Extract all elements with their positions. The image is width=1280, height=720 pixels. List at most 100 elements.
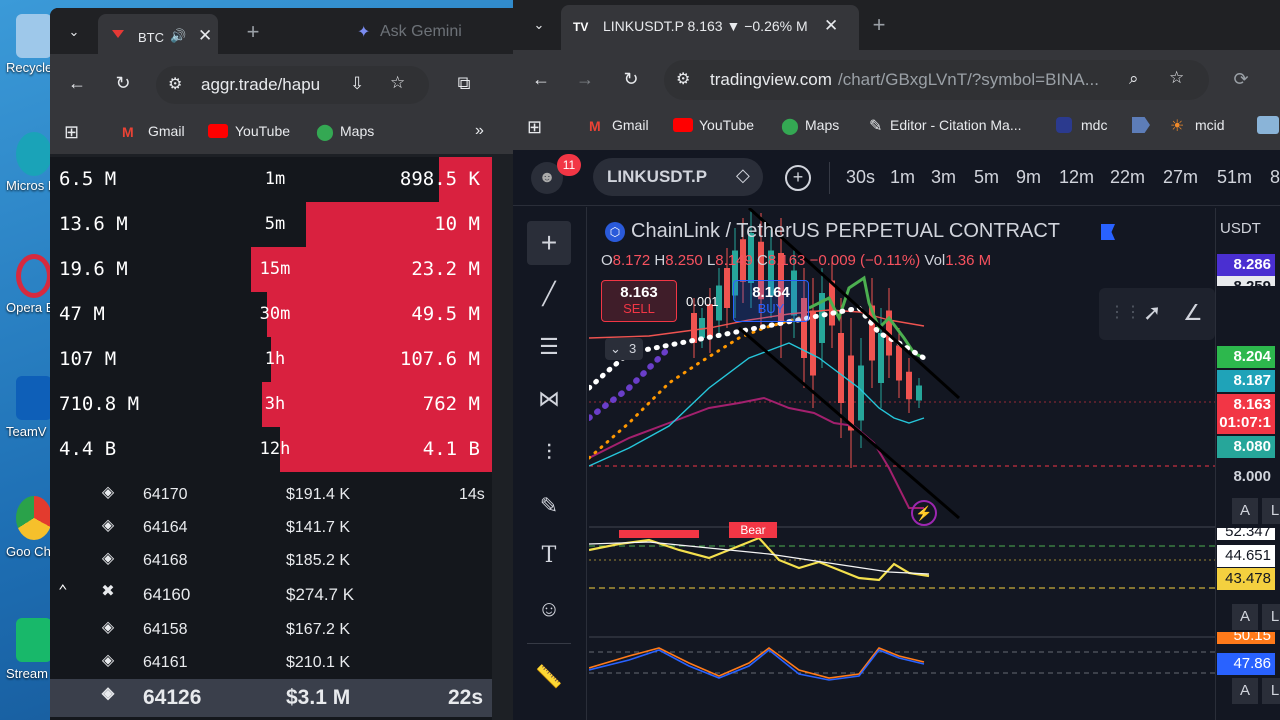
price-label: 8.187	[1217, 370, 1275, 392]
tab-tradingview[interactable]: TV LINKUSDT.P 8.163 ▼ −0.26% M ✕	[561, 5, 859, 50]
timeframe-7[interactable]: 27m	[1163, 167, 1198, 188]
ask-gemini-button[interactable]: Ask Gemini	[380, 23, 462, 41]
collapse-chevron-icon[interactable]: ⌃	[58, 581, 68, 600]
ray-tool-icon[interactable]: ➚	[1143, 300, 1161, 326]
tab-aggr[interactable]: BTC 🔊 ✕	[98, 14, 218, 54]
price-chart[interactable]: ⬡ ChainLink / TetherUS PERPETUAL CONTRAC…	[589, 208, 1215, 720]
ruler-icon[interactable]: 📏	[527, 655, 571, 699]
bookmark-star-icon[interactable]: ☆	[1169, 68, 1184, 88]
site-info-icon[interactable]: ⚙	[168, 74, 182, 94]
emoji-icon[interactable]: ☺	[527, 587, 571, 631]
timeframe-4[interactable]: 9m	[1016, 167, 1041, 188]
bookmark-mdc[interactable]: mdc	[1081, 117, 1107, 133]
install-icon[interactable]: ⇩	[350, 74, 364, 94]
desktop-icon-opera[interactable]: Opera Brow	[0, 250, 75, 360]
chrome-icon	[16, 496, 52, 540]
fib-retracement-icon[interactable]: ☰	[527, 325, 571, 369]
tab-list-chevron-icon[interactable]: ⌄	[62, 20, 86, 44]
extensions-icon[interactable]: ⧉	[452, 71, 476, 95]
text-tool-icon[interactable]: T	[527, 534, 571, 578]
timeframe-9[interactable]: 8	[1270, 167, 1280, 188]
log-scale-button[interactable]: L	[1262, 498, 1280, 524]
forecast-icon[interactable]: ⫶	[527, 431, 571, 475]
timeframe-5[interactable]: 12m	[1059, 167, 1094, 188]
compare-add-icon[interactable]: +	[785, 165, 811, 191]
stat-right-value: 898.5 K	[399, 168, 480, 190]
bookmark-youtube[interactable]: YouTube	[699, 117, 754, 133]
timeframe-1[interactable]: 1m	[890, 167, 915, 188]
alert-lightning-icon[interactable]: ⚡	[911, 500, 937, 526]
bookmark-editor[interactable]: Editor - Citation Ma...	[890, 117, 1022, 133]
trade-row: ◈ 64161 $210.1 K	[50, 647, 492, 680]
close-tab-icon[interactable]: ✕	[198, 26, 212, 46]
auto-scale-button[interactable]: A	[1232, 604, 1258, 630]
desktop-icon-teamviewer[interactable]: TeamV	[0, 374, 52, 484]
back-icon[interactable]: ←	[529, 67, 553, 91]
reload-icon[interactable]: ↻	[111, 71, 135, 95]
back-icon[interactable]: ←	[65, 71, 89, 95]
chart-title[interactable]: ChainLink / TetherUS PERPETUAL CONTRACT	[631, 220, 1060, 243]
bookmark-star-icon[interactable]: ☆	[390, 73, 405, 93]
log-scale-button[interactable]: L	[1262, 604, 1280, 630]
buy-price: 8.164	[752, 284, 790, 301]
timeframe-2[interactable]: 3m	[931, 167, 956, 188]
currency-label[interactable]: USDT	[1220, 220, 1261, 237]
price-label: 8.000	[1217, 466, 1275, 488]
bookmark-overflow-icon[interactable]	[1257, 116, 1279, 134]
auto-scale-button[interactable]: A	[1232, 678, 1258, 704]
desktop-icon-streamlabs[interactable]: Stream	[0, 616, 52, 720]
trend-line-icon[interactable]: ╱	[527, 272, 571, 316]
desktop-icon-recycle-bin[interactable]: Recycle	[0, 10, 52, 120]
chevron-down-icon: ⌄	[610, 341, 621, 356]
forward-icon[interactable]: →	[573, 67, 597, 91]
stat-right-value: 49.5 M	[411, 303, 480, 325]
more-bookmarks-icon[interactable]: »	[475, 122, 484, 140]
bookmark-maps[interactable]: Maps	[340, 123, 374, 139]
bookmark-youtube[interactable]: YouTube	[235, 123, 290, 139]
spread-value: 0.001	[686, 294, 719, 309]
new-tab-icon[interactable]: +	[241, 20, 265, 44]
symbol-search-button[interactable]: LINKUSDT.P ◇	[593, 158, 763, 196]
apps-grid-icon[interactable]: ⊞	[527, 117, 542, 138]
chainlink-icon: ⬡	[605, 222, 625, 242]
crosshair-icon[interactable]: +	[527, 221, 571, 265]
brush-icon[interactable]: ✎	[527, 484, 571, 528]
sync-icon[interactable]: ⟳	[1229, 67, 1253, 91]
apps-grid-icon[interactable]: ⊞	[64, 122, 79, 143]
sell-button[interactable]: 8.163 SELL	[601, 280, 677, 322]
diamond-icon[interactable]: ◇	[736, 165, 750, 186]
address-bar[interactable]: ⚙ aggr.trade/hapu ⇩ ☆	[156, 66, 429, 104]
angle-tool-icon[interactable]: ∠	[1183, 300, 1203, 326]
flag-icon[interactable]	[1101, 224, 1115, 240]
layers-toggle[interactable]: ⌄ 3	[605, 338, 643, 360]
trade-row: ◈ 64168 $185.2 K	[50, 545, 492, 578]
new-tab-icon[interactable]: +	[867, 13, 891, 37]
pattern-icon[interactable]: ⋈	[527, 377, 571, 421]
address-bar[interactable]: ⚙ tradingview.com /chart/GBxgLVnT/?symbo…	[664, 60, 1209, 100]
timeframe-6[interactable]: 22m	[1110, 167, 1145, 188]
zoom-icon[interactable]: ⌕	[1129, 69, 1139, 89]
auto-scale-button[interactable]: A	[1232, 498, 1258, 524]
bookmarks-bar: ⊞ M Gmail YouTube ⬤ Maps ✎ Editor - Cita…	[513, 108, 1280, 150]
close-tab-icon[interactable]: ✕	[824, 16, 838, 36]
bookmark-gmail[interactable]: Gmail	[148, 123, 185, 139]
toolbar-divider	[527, 643, 571, 644]
bookmark-blank-icon[interactable]	[1132, 117, 1150, 133]
bookmark-maps[interactable]: Maps	[805, 117, 839, 133]
timeframe-8[interactable]: 51m	[1217, 167, 1252, 188]
url-rest: /chart/GBxgLVnT/?symbol=BINA...	[838, 70, 1099, 89]
desktop-icon-edge[interactable]: Micros Edge	[0, 128, 78, 238]
desktop-icon-chrome[interactable]: Goo Chro	[0, 494, 62, 604]
bookmark-mcid[interactable]: mcid	[1195, 117, 1225, 133]
log-scale-button[interactable]: L	[1262, 678, 1280, 704]
reload-icon[interactable]: ↻	[619, 67, 643, 91]
bookmark-gmail[interactable]: Gmail	[612, 117, 649, 133]
timeframe-3[interactable]: 5m	[974, 167, 999, 188]
timeframe-0[interactable]: 30s	[846, 167, 875, 188]
drag-handle-icon[interactable]: ⋮⋮	[1109, 302, 1141, 322]
price-axis[interactable]: USDT 8.2868.2598.2048.1878.16301:07:18.0…	[1215, 208, 1280, 720]
buy-button[interactable]: 8.164 BUY	[733, 280, 809, 322]
tab-list-chevron-icon[interactable]: ⌄	[527, 13, 551, 37]
stat-right-value: 762 M	[422, 393, 480, 415]
site-info-icon[interactable]: ⚙	[676, 69, 690, 89]
